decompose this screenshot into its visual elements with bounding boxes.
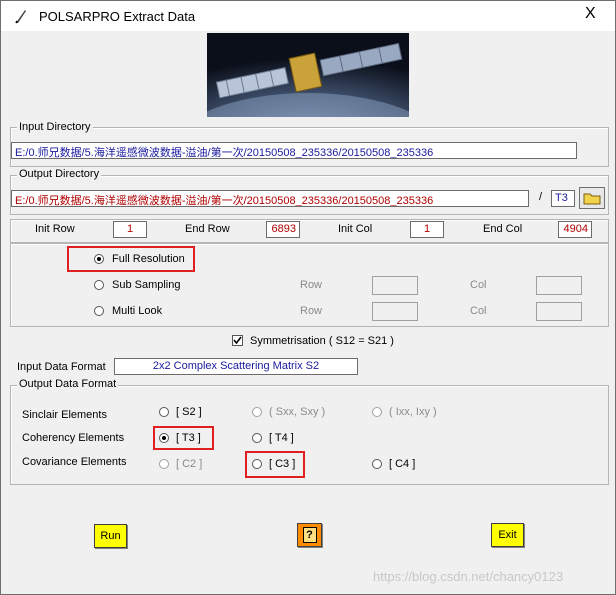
multi-look-radio[interactable] bbox=[94, 306, 104, 316]
covariance-elements-label: Covariance Elements bbox=[22, 456, 127, 468]
t4-label: [ T4 ] bbox=[269, 432, 294, 444]
input-data-format-field: 2x2 Complex Scattering Matrix S2 bbox=[114, 358, 358, 375]
close-button[interactable]: X bbox=[585, 5, 596, 23]
c2-radio[interactable] bbox=[159, 459, 169, 469]
end-col-field[interactable]: 4904 bbox=[558, 221, 592, 238]
run-button[interactable]: Run bbox=[94, 524, 127, 548]
init-row-field[interactable]: 1 bbox=[113, 221, 147, 238]
sub-sampling-col-field[interactable] bbox=[536, 276, 582, 295]
init-row-label: Init Row bbox=[35, 223, 75, 235]
init-col-field[interactable]: 1 bbox=[410, 221, 444, 238]
sub-sampling-col-label: Col bbox=[470, 279, 487, 291]
browse-folder-button[interactable] bbox=[579, 187, 605, 209]
init-col-label: Init Col bbox=[338, 223, 373, 235]
output-directory-field[interactable]: E:/0.师兄数据/5.海洋遥感微波数据-溢油/第一次/20150508_235… bbox=[11, 190, 529, 207]
exit-button[interactable]: Exit bbox=[491, 523, 524, 547]
multi-look-label: Multi Look bbox=[112, 305, 163, 317]
output-format-legend: Output Data Format bbox=[17, 378, 119, 390]
end-col-label: End Col bbox=[483, 223, 523, 235]
satellite-banner-image bbox=[207, 33, 409, 117]
end-row-field[interactable]: 6893 bbox=[266, 221, 300, 238]
s2-radio[interactable] bbox=[159, 407, 169, 417]
sinclair-elements-label: Sinclair Elements bbox=[22, 409, 107, 421]
help-icon: ? bbox=[302, 527, 317, 543]
check-icon bbox=[233, 336, 242, 345]
output-directory-legend: Output Directory bbox=[17, 168, 102, 180]
highlight-c3 bbox=[245, 451, 305, 478]
input-directory-field[interactable]: E:/0.师兄数据/5.海洋遥感微波数据-溢油/第一次/20150508_235… bbox=[11, 142, 577, 159]
ixx-ixy-label: ( Ixx, Ixy ) bbox=[389, 406, 437, 418]
s2-label: [ S2 ] bbox=[176, 406, 202, 418]
multi-look-col-field[interactable] bbox=[536, 302, 582, 321]
multi-look-col-label: Col bbox=[470, 305, 487, 317]
window-title: POLSARPRO Extract Data bbox=[39, 9, 196, 24]
end-row-label: End Row bbox=[185, 223, 230, 235]
sub-sampling-row-label: Row bbox=[300, 279, 323, 291]
input-data-format-label: Input Data Format bbox=[17, 361, 106, 373]
highlight-full-resolution bbox=[67, 246, 195, 272]
coherency-elements-label: Coherency Elements bbox=[22, 432, 125, 444]
symmetrisation-label: Symmetrisation ( S12 = S21 ) bbox=[250, 335, 394, 347]
ixx-ixy-radio[interactable] bbox=[372, 407, 382, 417]
extract-data-window: POLSARPRO Extract Data X Input Directory… bbox=[0, 0, 616, 595]
c4-radio[interactable] bbox=[372, 459, 382, 469]
t4-radio[interactable] bbox=[252, 433, 262, 443]
c4-label: [ C4 ] bbox=[389, 458, 416, 470]
folder-icon bbox=[583, 193, 601, 205]
help-button[interactable]: ? bbox=[297, 523, 322, 547]
sxx-sxy-label: ( Sxx, Sxy ) bbox=[269, 406, 326, 418]
sub-sampling-row-field[interactable] bbox=[372, 276, 418, 295]
path-separator: / bbox=[539, 191, 543, 203]
input-directory-legend: Input Directory bbox=[17, 121, 93, 133]
sub-sampling-radio[interactable] bbox=[94, 280, 104, 290]
sub-sampling-label: Sub Sampling bbox=[112, 279, 181, 291]
sxx-sxy-radio[interactable] bbox=[252, 407, 262, 417]
symmetrisation-checkbox[interactable] bbox=[232, 335, 243, 346]
watermark: https://blog.csdn.net/chancy0123 bbox=[373, 569, 564, 584]
output-subdir-field[interactable]: T3 bbox=[551, 190, 575, 207]
c2-label: [ C2 ] bbox=[176, 458, 203, 470]
multi-look-row-field[interactable] bbox=[372, 302, 418, 321]
multi-look-row-label: Row bbox=[300, 305, 323, 317]
title-bar: POLSARPRO Extract Data X bbox=[1, 1, 615, 31]
highlight-t3 bbox=[153, 426, 214, 450]
feather-app-icon bbox=[15, 10, 26, 24]
